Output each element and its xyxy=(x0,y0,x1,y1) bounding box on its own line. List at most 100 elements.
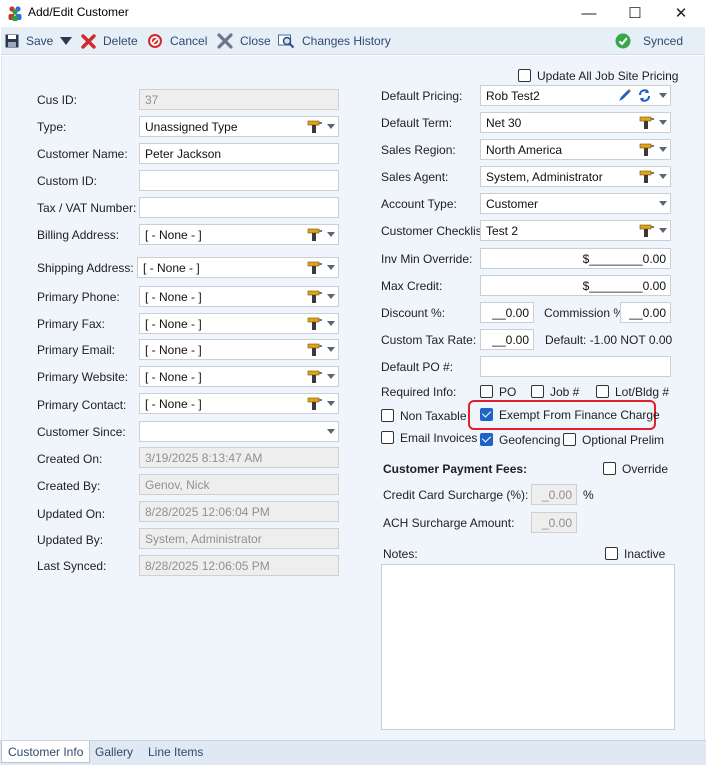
required-po-label: PO xyxy=(499,385,517,399)
drill-icon[interactable] xyxy=(307,342,323,358)
custom-id-label: Custom ID: xyxy=(37,174,98,188)
customer-since-date-picker[interactable] xyxy=(139,421,339,442)
chevron-down-icon xyxy=(327,429,335,434)
email-invoices-checkbox[interactable] xyxy=(381,431,394,444)
geofencing-checkbox[interactable] xyxy=(480,433,493,446)
sales-agent-label: Sales Agent: xyxy=(381,170,449,184)
required-po-checkbox[interactable] xyxy=(480,385,493,398)
required-job-label: Job # xyxy=(550,385,580,399)
default-po-field[interactable] xyxy=(480,356,671,377)
cus-id-field: 37 xyxy=(139,89,339,110)
chevron-down-icon xyxy=(327,374,335,379)
chevron-down-icon xyxy=(327,401,335,406)
drill-icon[interactable] xyxy=(639,223,655,239)
tab-customer-info[interactable]: Customer Info xyxy=(1,741,91,763)
primary-fax-value: [ - None - ] xyxy=(145,317,202,331)
save-options-dropdown[interactable] xyxy=(60,27,79,55)
drill-icon[interactable] xyxy=(639,169,655,185)
required-job-checkbox[interactable] xyxy=(531,385,544,398)
chevron-down-icon xyxy=(327,347,335,352)
drill-icon[interactable] xyxy=(307,369,323,385)
non-taxable-checkbox[interactable] xyxy=(381,409,394,422)
tab-gallery[interactable]: Gallery xyxy=(89,741,139,763)
floppy-disk-icon xyxy=(5,34,19,48)
inv-min-override-field[interactable]: $________0.00 xyxy=(480,248,671,269)
customer-name-label: Customer Name: xyxy=(37,147,128,161)
discount-label: Discount %: xyxy=(381,306,446,320)
created-on-field: 3/19/2025 8:13:47 AM xyxy=(139,447,339,468)
drill-icon[interactable] xyxy=(307,260,323,276)
payment-fees-override-checkbox[interactable] xyxy=(603,462,616,475)
payment-fees-heading: Customer Payment Fees: xyxy=(383,462,528,476)
drill-icon[interactable] xyxy=(639,142,655,158)
account-type-value: Customer xyxy=(486,197,539,211)
custom-tax-rate-field[interactable]: __0.00 xyxy=(480,329,534,350)
primary-contact-combo[interactable]: [ - None - ] xyxy=(139,393,339,414)
default-term-label: Default Term: xyxy=(381,116,453,130)
notes-textarea[interactable] xyxy=(381,564,675,730)
primary-email-combo[interactable]: [ - None - ] xyxy=(139,339,339,360)
cancel-button[interactable]: Cancel xyxy=(147,27,207,55)
primary-fax-combo[interactable]: [ - None - ] xyxy=(139,313,339,334)
email-invoices-label: Email Invoices xyxy=(400,431,478,445)
drill-icon[interactable] xyxy=(307,316,323,332)
close-x-icon xyxy=(217,33,233,49)
close-window-button[interactable]: ✕ xyxy=(658,0,704,26)
sales-agent-combo[interactable]: System, Administrator xyxy=(480,166,671,187)
delete-button[interactable]: Delete xyxy=(81,27,138,55)
custom-id-field[interactable] xyxy=(139,170,339,191)
sales-region-combo[interactable]: North America xyxy=(480,139,671,160)
refresh-icon[interactable] xyxy=(637,88,652,103)
drill-icon[interactable] xyxy=(639,115,655,131)
save-button[interactable]: Save xyxy=(5,27,53,55)
title-bar: Add/Edit Customer — ☐ ✕ xyxy=(0,0,706,26)
primary-phone-label: Primary Phone: xyxy=(37,290,120,304)
primary-contact-value: [ - None - ] xyxy=(145,397,202,411)
commission-field[interactable]: __0.00 xyxy=(620,302,671,323)
exempt-finance-charge-checkbox[interactable] xyxy=(480,408,493,421)
primary-contact-label: Primary Contact: xyxy=(37,398,127,412)
shipping-address-combo[interactable]: [ - None - ] xyxy=(137,257,339,278)
billing-address-value: [ - None - ] xyxy=(145,228,202,242)
drill-icon[interactable] xyxy=(307,227,323,243)
non-taxable-label: Non Taxable xyxy=(400,409,467,423)
chevron-down-icon xyxy=(659,174,667,179)
inactive-checkbox[interactable] xyxy=(605,547,618,560)
chevron-down-icon xyxy=(327,321,335,326)
chevron-down-icon xyxy=(659,93,667,98)
updated-by-field: System, Administrator xyxy=(139,528,339,549)
update-all-job-site-pricing-checkbox[interactable] xyxy=(518,69,531,82)
primary-website-combo[interactable]: [ - None - ] xyxy=(139,366,339,387)
pencil-icon[interactable] xyxy=(617,88,632,103)
drill-icon[interactable] xyxy=(307,396,323,412)
created-on-label: Created On: xyxy=(37,452,103,466)
max-credit-field[interactable]: $________0.00 xyxy=(480,275,671,296)
bottom-tab-bar: Customer Info Gallery Line Items xyxy=(0,740,706,765)
drill-icon[interactable] xyxy=(307,289,323,305)
account-type-combo[interactable]: Customer xyxy=(480,193,671,214)
required-lot-checkbox[interactable] xyxy=(596,385,609,398)
cc-surcharge-unit: % xyxy=(583,488,594,502)
optional-prelim-checkbox[interactable] xyxy=(563,433,576,446)
last-synced-label: Last Synced: xyxy=(37,559,107,573)
save-label: Save xyxy=(26,34,54,48)
drill-icon[interactable] xyxy=(307,119,323,135)
primary-phone-combo[interactable]: [ - None - ] xyxy=(139,286,339,307)
billing-address-combo[interactable]: [ - None - ] xyxy=(139,224,339,245)
close-button[interactable]: Close xyxy=(217,27,271,55)
customer-checklist-combo[interactable]: Test 2 xyxy=(480,220,671,241)
customer-name-field[interactable]: Peter Jackson xyxy=(139,143,339,164)
chevron-down-icon xyxy=(327,124,335,129)
type-combo[interactable]: Unassigned Type xyxy=(139,116,339,137)
chevron-down-icon xyxy=(327,232,335,237)
minimize-button[interactable]: — xyxy=(566,0,612,26)
discount-field[interactable]: __0.00 xyxy=(480,302,534,323)
max-credit-label: Max Credit: xyxy=(381,279,443,293)
maximize-button[interactable]: ☐ xyxy=(612,0,658,26)
changes-history-button[interactable]: Changes History xyxy=(278,27,391,55)
default-term-combo[interactable]: Net 30 xyxy=(480,112,671,133)
tab-line-items[interactable]: Line Items xyxy=(142,741,209,763)
default-pricing-combo[interactable]: Rob Test2 xyxy=(480,85,671,106)
sales-region-value: North America xyxy=(486,143,563,157)
tax-vat-field[interactable] xyxy=(139,197,339,218)
